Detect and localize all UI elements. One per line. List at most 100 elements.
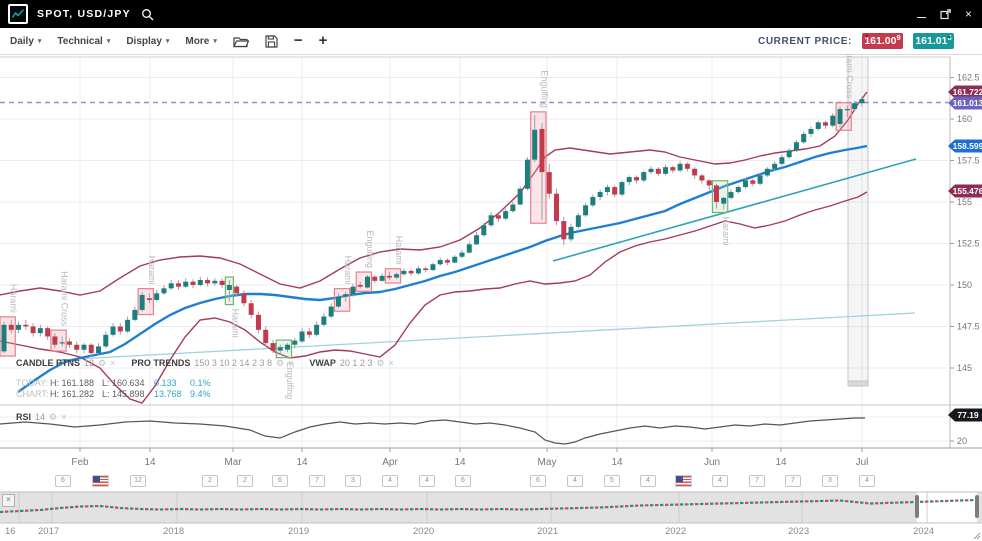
economic-event-icon[interactable]: 4 <box>640 475 656 487</box>
candle-body[interactable] <box>721 198 726 204</box>
popout-button[interactable] <box>940 9 951 20</box>
gear-icon[interactable]: ⚙ <box>376 358 384 369</box>
candle-body[interactable] <box>241 293 246 303</box>
candle-body[interactable] <box>605 187 610 192</box>
candle-body[interactable] <box>496 215 501 218</box>
candle-body[interactable] <box>140 295 145 310</box>
candle-body[interactable] <box>45 328 50 336</box>
candle-body[interactable] <box>656 169 661 174</box>
candle-body[interactable] <box>300 331 305 341</box>
candle-body[interactable] <box>445 260 450 262</box>
candle-body[interactable] <box>154 293 159 300</box>
candle-body[interactable] <box>467 244 472 252</box>
legend-rsi[interactable]: RSI 14 ⚙ × <box>16 412 66 423</box>
candle-body[interactable] <box>423 268 428 270</box>
economic-event-icon[interactable]: 4 <box>567 475 583 487</box>
candle-body[interactable] <box>634 177 639 180</box>
candle-body[interactable] <box>838 109 843 124</box>
candle-body[interactable] <box>743 180 748 187</box>
candle-body[interactable] <box>547 172 552 194</box>
navigator-left-handle[interactable] <box>915 495 919 518</box>
candle-body[interactable] <box>852 103 857 109</box>
candle-body[interactable] <box>779 157 784 164</box>
economic-event-icon[interactable]: 4 <box>712 475 728 487</box>
menu-display[interactable]: Display ▾ <box>126 36 169 47</box>
zoom-out-button[interactable]: − <box>294 34 303 48</box>
close-icon[interactable]: × <box>61 412 66 422</box>
economic-event-icon[interactable]: 7 <box>785 475 801 487</box>
candle-body[interactable] <box>576 215 581 227</box>
candle-body[interactable] <box>663 167 668 174</box>
navigator-track[interactable] <box>0 492 982 523</box>
candle-body[interactable] <box>16 325 21 330</box>
legend-vwap[interactable]: VWAP 20 1 2 3 ⚙ × <box>309 358 393 369</box>
candle-body[interactable] <box>183 282 188 287</box>
candle-body[interactable] <box>438 260 443 264</box>
candle-body[interactable] <box>627 177 632 182</box>
candle-body[interactable] <box>89 345 94 353</box>
candle-body[interactable] <box>38 328 43 333</box>
candle-body[interactable] <box>532 130 537 160</box>
candle-body[interactable] <box>409 271 414 273</box>
candle-body[interactable] <box>452 257 457 263</box>
candle-body[interactable] <box>387 276 392 278</box>
candle-body[interactable] <box>612 187 617 194</box>
candle-body[interactable] <box>125 320 130 332</box>
candle-body[interactable] <box>2 325 7 352</box>
economic-event-icon[interactable]: 7 <box>749 475 765 487</box>
legend-candle-patterns[interactable]: CANDLE PTNS 12 ⚙ × <box>16 358 115 369</box>
candle-body[interactable] <box>365 277 370 288</box>
candle-body[interactable] <box>380 276 385 281</box>
candle-body[interactable] <box>285 345 290 350</box>
close-icon[interactable]: × <box>110 358 115 368</box>
candle-body[interactable] <box>161 288 166 293</box>
candle-body[interactable] <box>678 164 683 171</box>
candle-body[interactable] <box>823 122 828 125</box>
candle-body[interactable] <box>416 268 421 273</box>
economic-event-icon[interactable]: 6 <box>530 475 546 487</box>
open-folder-icon[interactable] <box>233 35 249 48</box>
candle-body[interactable] <box>561 221 566 239</box>
candle-body[interactable] <box>118 327 123 332</box>
navigator-close-button[interactable]: × <box>2 494 15 507</box>
candle-body[interactable] <box>372 277 377 281</box>
candle-body[interactable] <box>816 122 821 129</box>
economic-event-icon[interactable]: 4 <box>382 475 398 487</box>
economic-event-icon[interactable]: 3 <box>345 475 361 487</box>
candle-body[interactable] <box>60 342 65 343</box>
candle-body[interactable] <box>830 116 835 126</box>
candle-body[interactable] <box>220 281 225 285</box>
candle-body[interactable] <box>787 151 792 158</box>
candle-body[interactable] <box>249 303 254 315</box>
candle-body[interactable] <box>503 211 508 218</box>
minimize-button[interactable] <box>917 17 926 19</box>
economic-event-icon[interactable]: 3 <box>822 475 838 487</box>
close-icon[interactable]: × <box>288 358 293 368</box>
candle-body[interactable] <box>474 235 479 244</box>
economic-event-icon[interactable]: 5 <box>604 475 620 487</box>
candle-body[interactable] <box>191 282 196 285</box>
resize-grip-icon[interactable] <box>971 530 981 540</box>
candle-body[interactable] <box>685 164 690 169</box>
candle-body[interactable] <box>736 187 741 192</box>
candle-body[interactable] <box>554 194 559 221</box>
candle-body[interactable] <box>510 204 515 211</box>
candle-body[interactable] <box>619 182 624 194</box>
candle-body[interactable] <box>772 164 777 169</box>
candle-body[interactable] <box>9 325 14 330</box>
economic-event-icon[interactable]: 7 <box>309 475 325 487</box>
candle-body[interactable] <box>670 167 675 170</box>
candle-body[interactable] <box>74 345 79 350</box>
search-icon[interactable] <box>141 8 154 21</box>
economic-event-icon[interactable]: 4 <box>419 475 435 487</box>
candle-body[interactable] <box>270 343 275 350</box>
candle-body[interactable] <box>321 317 326 325</box>
candle-body[interactable] <box>583 205 588 215</box>
economic-event-icon[interactable]: 6 <box>55 475 71 487</box>
candle-body[interactable] <box>394 274 399 277</box>
candle-body[interactable] <box>481 225 486 235</box>
candle-body[interactable] <box>234 287 239 294</box>
us-flag-icon[interactable] <box>675 475 692 487</box>
navigator-right-handle[interactable] <box>975 495 979 518</box>
close-icon[interactable]: × <box>388 358 393 368</box>
